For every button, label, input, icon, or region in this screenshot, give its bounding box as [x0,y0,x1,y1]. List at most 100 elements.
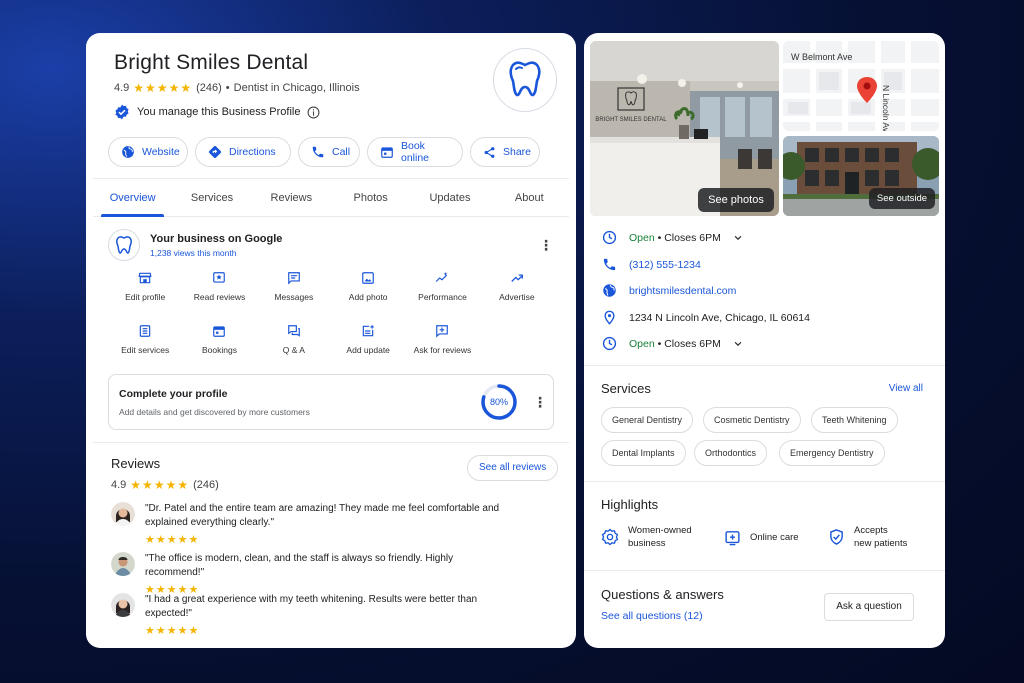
service-chip[interactable]: Dental Implants [601,440,686,466]
outside-photo[interactable]: See outside [783,136,939,216]
list-icon [139,325,151,337]
image-icon [362,272,374,284]
avatar [111,502,135,526]
phone-icon [602,257,617,272]
qa-tool[interactable]: Q & A [257,324,331,355]
see-all-reviews-button[interactable]: See all reviews [467,455,559,481]
review-item: "Dr. Patel and the entire team are amazi… [111,502,505,546]
globe-icon [602,283,617,298]
review-request-icon [436,325,449,338]
share-icon [483,146,496,159]
view-all-services-link[interactable]: View all [889,383,923,394]
medical-plus-icon [725,530,740,545]
ask-question-button[interactable]: Ask a question [824,593,914,621]
tab-services[interactable]: Services [172,179,251,216]
more-options-icon[interactable]: ⋮ [539,238,553,252]
review-item: "I had a great experience with my teeth … [111,593,505,637]
action-buttons: Website Directions Call Book online Shar… [108,137,540,167]
address-row[interactable]: 1234 N Lincoln Ave, Chicago, IL 60614 [602,310,810,325]
info-icon[interactable] [307,106,320,119]
avatar [111,552,135,576]
qa-icon [287,325,300,337]
divider [584,481,945,482]
website-link[interactable]: brightsmilesdental.com [629,285,736,297]
website-button[interactable]: Website [108,137,188,167]
tool-label: Read reviews [193,292,246,302]
performance-tool[interactable]: Performance [405,271,479,302]
calendar-icon [213,326,226,337]
service-chip[interactable]: Cosmetic Dentistry [703,407,801,433]
tool-label: Performance [418,292,467,302]
add-update-tool[interactable]: Add update [331,324,405,355]
service-chip[interactable]: Teeth Whitening [811,407,898,433]
closing-time: Closes 6PM [664,231,721,244]
edit-profile-tool[interactable]: Edit profile [108,271,182,302]
manage-profile-row: You manage this Business Profile [114,104,320,120]
tab-overview[interactable]: Overview [93,179,172,217]
complete-profile-title: Complete your profile [119,388,228,400]
dot-separator: • [657,337,662,350]
call-button[interactable]: Call [298,137,360,167]
read-reviews-tool[interactable]: Read reviews [182,271,256,302]
office-photo[interactable]: BRIGHT SMILES DENTAL See photos [590,41,779,216]
review-text: "I had a great experience with my teeth … [145,594,478,619]
bookings-tool[interactable]: Bookings [182,324,256,355]
your-business-header: Your business on Google 1,238 views this… [108,229,282,261]
tool-label: Bookings [202,345,237,355]
complete-profile-card[interactable]: Complete your profile Add details and ge… [108,374,554,430]
phone-row[interactable]: (312) 555-1234 [602,257,701,272]
tool-label: Add photo [348,292,388,302]
tab-photos[interactable]: Photos [331,179,410,216]
map-street-label: N Lincoln Ave [881,85,891,131]
see-all-questions-link[interactable]: See all questions (12) [601,610,703,622]
tab-bar: Overview Services Reviews Photos Updates… [93,178,569,217]
book-online-button[interactable]: Book online [367,137,463,167]
map-preview[interactable]: W Belmont Ave N Lincoln Ave [783,41,939,131]
tab-reviews[interactable]: Reviews [252,179,331,216]
avatar [111,593,135,617]
service-chip[interactable]: Emergency Dentistry [779,440,885,466]
phone-number[interactable]: (312) 555-1234 [629,259,701,271]
divider [584,570,945,571]
tooth-icon [116,235,132,254]
highlights-heading: Highlights [601,497,659,512]
review-text: "The office is modern, clean, and the st… [145,553,454,578]
edit-services-tool[interactable]: Edit services [108,324,182,355]
hours-row[interactable]: Open • Closes 6PM [602,336,743,351]
your-business-title: Your business on Google [150,232,283,245]
business-logo [493,48,557,112]
advertise-tool[interactable]: Advertise [480,271,554,302]
service-chip[interactable]: Orthodontics [694,440,768,466]
review-item: "The office is modern, clean, and the st… [111,552,505,596]
website-row[interactable]: brightsmilesdental.com [602,283,736,298]
open-status: Open [629,231,655,244]
directions-button[interactable]: Directions [195,137,291,167]
rating-count[interactable]: (246) [196,82,222,94]
tool-label: Ask for reviews [413,345,472,355]
chevron-down-icon[interactable] [733,233,743,243]
location-pin-icon [602,310,617,325]
share-button[interactable]: Share [470,137,540,167]
add-photo-tool[interactable]: Add photo [331,271,405,302]
business-name: Bright Smiles Dental [114,51,309,74]
address-text: 1234 N Lincoln Ave, Chicago, IL 60614 [629,311,810,324]
highlight-label: Accepts [854,525,888,536]
reception-sign: BRIGHT SMILES DENTAL [595,117,667,123]
see-photos-button[interactable]: See photos [698,188,774,212]
open-status: Open [629,337,655,350]
hours-row[interactable]: Open • Closes 6PM [602,230,743,245]
highlight-item: Women-owned business [601,524,692,550]
highlight-item: Accepts new patients [828,524,907,550]
see-outside-button[interactable]: See outside [869,188,935,209]
ask-for-reviews-tool[interactable]: Ask for reviews [405,324,479,355]
service-chip[interactable]: General Dentistry [601,407,694,433]
messages-tool[interactable]: Messages [257,271,331,302]
tab-about[interactable]: About [490,179,569,216]
progress-percent: 80% [489,397,508,407]
chevron-down-icon[interactable] [733,339,743,349]
more-options-icon[interactable]: ⋮ [533,395,547,409]
call-label: Call [332,146,351,158]
website-label: Website [142,146,180,158]
review-stars: ★★★★★ [145,534,200,546]
tab-updates[interactable]: Updates [410,179,489,216]
